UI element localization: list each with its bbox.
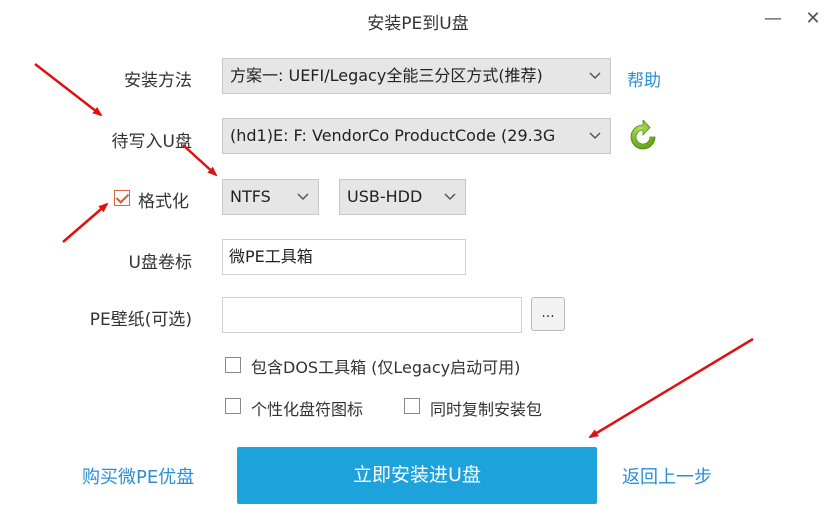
install-method-select[interactable]: 方案一: UEFI/Legacy全能三分区方式(推荐): [222, 58, 611, 94]
custom-icon-checkbox[interactable]: [225, 398, 241, 414]
chevron-down-icon: [588, 59, 602, 93]
minimize-button[interactable]: —: [762, 8, 784, 30]
browse-button[interactable]: ...: [531, 297, 565, 331]
back-link[interactable]: 返回上一步: [622, 463, 712, 489]
wallpaper-input[interactable]: [222, 297, 522, 333]
buy-link[interactable]: 购买微PE优盘: [82, 463, 194, 489]
chevron-down-icon: [296, 180, 310, 214]
format-checkbox[interactable]: [114, 190, 130, 206]
close-button[interactable]: ✕: [802, 8, 824, 30]
filesystem-select[interactable]: NTFS: [222, 179, 319, 215]
install-method-value: 方案一: UEFI/Legacy全能三分区方式(推荐): [230, 66, 543, 85]
custom-icon-label: 个性化盘符图标: [251, 400, 364, 419]
chevron-down-icon: [588, 119, 602, 153]
mode-select[interactable]: USB-HDD: [339, 179, 466, 215]
target-drive-label: 待写入U盘: [111, 132, 192, 152]
install-button[interactable]: 立即安装进U盘: [237, 447, 597, 504]
target-drive-value: (hd1)E: F: VendorCo ProductCode (29.3G: [230, 126, 556, 145]
window-title: 安装PE到U盘: [367, 14, 469, 34]
annotation-arrow: [62, 202, 109, 243]
chevron-down-icon: [443, 180, 457, 214]
volume-label-label: U盘卷标: [128, 253, 192, 273]
install-method-label: 安装方法: [124, 71, 192, 91]
refresh-button[interactable]: [626, 118, 660, 154]
include-dos-checkbox[interactable]: [225, 357, 241, 373]
copy-package-checkbox[interactable]: [404, 398, 420, 414]
format-label: 格式化: [138, 192, 189, 212]
annotation-arrow: [588, 337, 754, 439]
wallpaper-label: PE壁纸(可选): [89, 310, 192, 330]
target-drive-select[interactable]: (hd1)E: F: VendorCo ProductCode (29.3G: [222, 118, 611, 154]
include-dos-label: 包含DOS工具箱 (仅Legacy启动可用): [251, 358, 521, 377]
volume-label-input[interactable]: 微PE工具箱: [222, 239, 466, 275]
minimize-icon: —: [764, 8, 782, 29]
mode-value: USB-HDD: [347, 187, 423, 206]
refresh-icon: [630, 118, 656, 150]
help-link[interactable]: 帮助: [627, 66, 661, 91]
close-icon: ✕: [805, 8, 821, 29]
filesystem-value: NTFS: [230, 187, 271, 206]
copy-package-label: 同时复制安装包: [430, 400, 543, 419]
